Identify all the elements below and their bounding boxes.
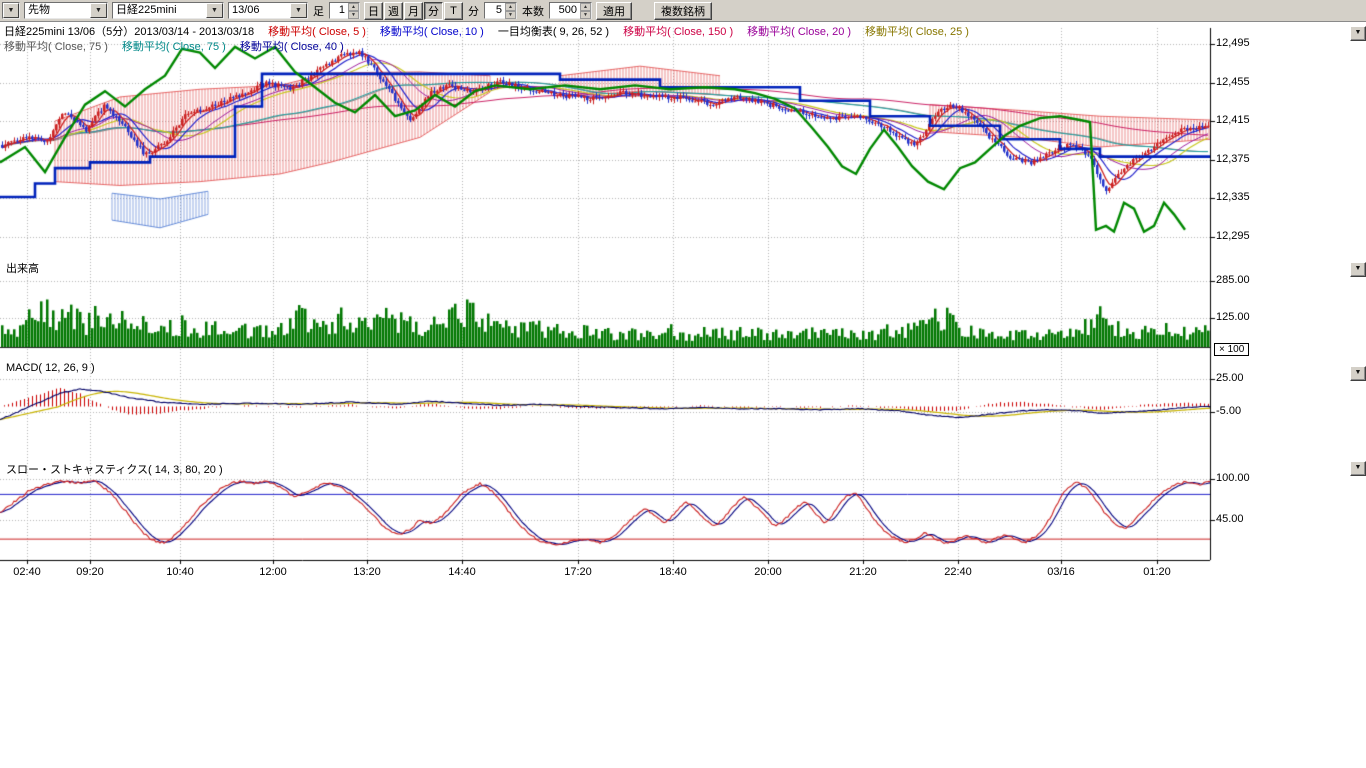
legend-item: 移動平均( Close, 75 ) (4, 41, 108, 53)
time-axis-label: 21:20 (849, 566, 877, 578)
chart-canvas[interactable] (0, 0, 1366, 768)
volume-title: 出来高 (6, 260, 39, 276)
period-button-分[interactable]: 分 (424, 2, 443, 20)
axis-label: 25.00 (1216, 372, 1244, 384)
legend-item: 一目均衡表( 9, 26, 52 ) (498, 26, 609, 38)
axis-label: -5.00 (1216, 405, 1241, 417)
ashi-label: 足 (312, 3, 325, 19)
legend-row-2: 移動平均( Close, 75 ) 移動平均( Close, 75 ) 移動平均( … (4, 41, 358, 54)
axis-label: 100.00 (1216, 472, 1250, 484)
interval-spinner[interactable]: 1 ▲▼ (329, 2, 360, 19)
period-button-日[interactable]: 日 (364, 2, 383, 20)
time-axis-label: 22:40 (944, 566, 972, 578)
contract-combo[interactable]: 13/06 ▼ (228, 2, 308, 19)
panel-scroll-down-button[interactable]: ▼ (1350, 461, 1366, 476)
stoch-title: スロー・ストキャスティクス( 14, 3, 80, 20 ) (6, 461, 223, 477)
time-axis-label: 09:20 (76, 566, 104, 578)
time-axis-label: 20:00 (754, 566, 782, 578)
bars-spinner[interactable]: 500 ▲▼ (549, 2, 592, 19)
apply-button[interactable]: 適用 (596, 2, 632, 20)
axis-label: 125.00 (1216, 311, 1250, 323)
macd-title: MACD( 12, 26, 9 ) (6, 362, 95, 374)
legend-item: 移動平均( Close, 150 ) (623, 26, 733, 38)
panel-scroll-down-button[interactable]: ▼ (1350, 366, 1366, 381)
period-button-週[interactable]: 週 (384, 2, 403, 20)
category-value: 先物 (25, 3, 90, 18)
spin-down-icon[interactable]: ▼ (505, 11, 516, 19)
time-axis-label: 10:40 (166, 566, 194, 578)
chevron-down-icon[interactable]: ▼ (206, 3, 223, 18)
bars-label: 本数 (521, 3, 545, 19)
panel-scroll-down-button[interactable]: ▼ (1350, 262, 1366, 277)
chevron-down-icon[interactable]: ▼ (90, 3, 107, 18)
bars-value: 500 (550, 3, 580, 18)
contract-value: 13/06 (229, 3, 290, 18)
chevron-down-icon[interactable]: ▼ (290, 3, 307, 18)
legend-item: 移動平均( Close, 10 ) (380, 26, 484, 38)
axis-label: 12,495 (1216, 37, 1250, 49)
legend-item: 日経225mini 13/06（5分）2013/03/14 - 2013/03/… (4, 26, 254, 38)
interval-value: 1 (330, 3, 348, 18)
trading-chart-app: ▼ 先物 ▼ 日経225mini ▼ 13/06 ▼ 足 1 ▲▼ 日週月分T … (0, 0, 1366, 768)
minute-label: 分 (467, 3, 480, 19)
toolbar: ▼ 先物 ▼ 日経225mini ▼ 13/06 ▼ 足 1 ▲▼ 日週月分T … (0, 0, 1366, 22)
spin-down-icon[interactable]: ▼ (348, 11, 359, 19)
spin-up-icon[interactable]: ▲ (580, 3, 591, 11)
legend-item: 移動平均( Close, 25 ) (865, 26, 969, 38)
category-combo[interactable]: 先物 ▼ (24, 2, 108, 19)
chevron-down-icon[interactable]: ▼ (3, 3, 19, 18)
minute-value: 5 (485, 3, 505, 18)
time-axis-label: 17:20 (564, 566, 592, 578)
period-button-group: 日週月分T (364, 2, 463, 20)
time-axis-label: 12:00 (259, 566, 287, 578)
panel-scroll-down-button[interactable]: ▼ (1350, 26, 1366, 41)
time-axis-label: 01:20 (1143, 566, 1171, 578)
spin-up-icon[interactable]: ▲ (348, 3, 359, 11)
axis-label: 12,295 (1216, 230, 1250, 242)
time-axis-label: 03/16 (1047, 566, 1075, 578)
time-axis-label: 14:40 (448, 566, 476, 578)
multi-symbol-button[interactable]: 複数銘柄 (654, 2, 712, 20)
legend-row-1: 日経225mini 13/06（5分）2013/03/14 - 2013/03/… (4, 26, 983, 39)
mini-combo[interactable]: ▼ (2, 2, 20, 19)
symbol-value: 日経225mini (113, 3, 206, 18)
axis-label: 45.00 (1216, 513, 1244, 525)
time-axis-label: 18:40 (659, 566, 687, 578)
spin-up-icon[interactable]: ▲ (505, 3, 516, 11)
period-button-月[interactable]: 月 (404, 2, 423, 20)
time-axis-label: 13:20 (353, 566, 381, 578)
period-button-T[interactable]: T (444, 2, 463, 20)
axis-label: 12,375 (1216, 153, 1250, 165)
axis-label: 12,455 (1216, 76, 1250, 88)
spin-down-icon[interactable]: ▼ (580, 11, 591, 19)
axis-label: 285.00 (1216, 274, 1250, 286)
volume-multiplier-badge: × 100 (1214, 343, 1249, 356)
axis-label: 12,415 (1216, 114, 1250, 126)
symbol-combo[interactable]: 日経225mini ▼ (112, 2, 224, 19)
legend-item: 移動平均( Close, 75 ) (122, 41, 226, 53)
legend-item: 移動平均( Close, 40 ) (240, 41, 344, 53)
legend-item: 移動平均( Close, 20 ) (747, 26, 851, 38)
axis-label: 12,335 (1216, 191, 1250, 203)
minute-spinner[interactable]: 5 ▲▼ (484, 2, 517, 19)
time-axis-label: 02:40 (13, 566, 41, 578)
legend-item: 移動平均( Close, 5 ) (268, 26, 366, 38)
